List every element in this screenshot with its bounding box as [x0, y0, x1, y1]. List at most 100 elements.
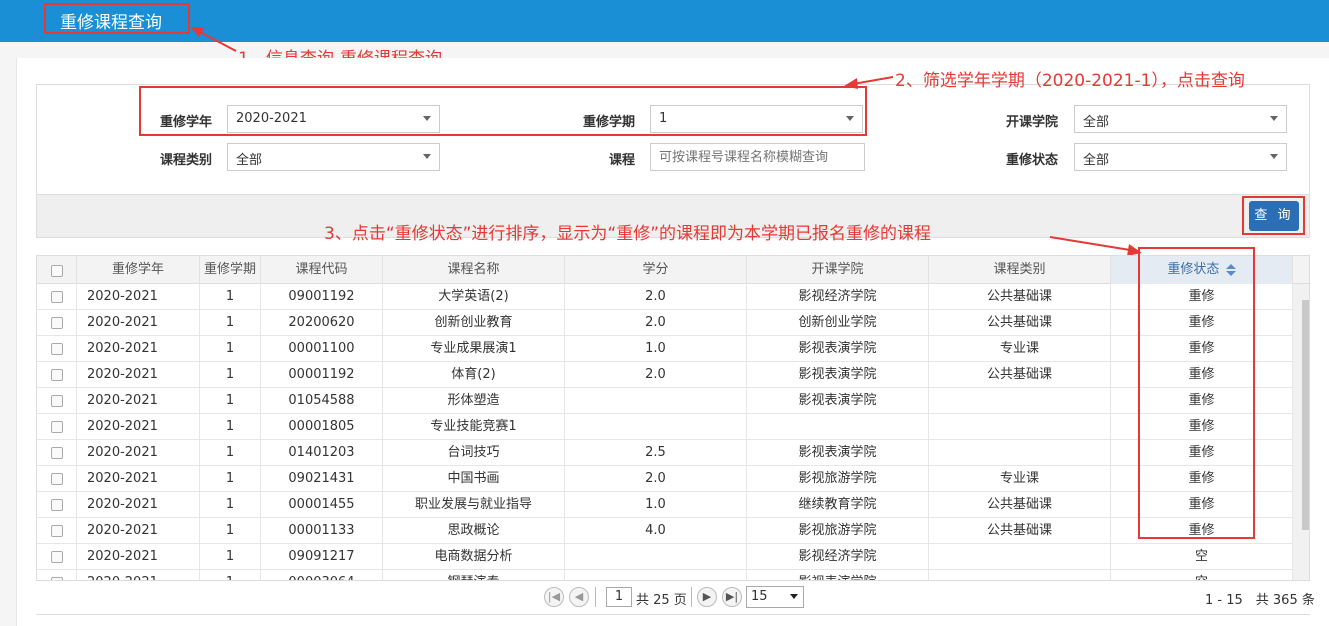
cell-college: 影视旅游学院 [747, 518, 929, 544]
cell-credit: 4.0 [565, 518, 747, 544]
first-page-button[interactable]: |◀ [544, 587, 564, 607]
cell-college: 继续教育学院 [747, 492, 929, 518]
annotation-box-status-column [1138, 247, 1255, 539]
annotation-box-title [44, 3, 190, 34]
next-page-button[interactable]: ▶ [697, 587, 717, 607]
cell-college: 影视表演学院 [747, 388, 929, 414]
chevron-down-icon [423, 154, 431, 159]
annotation-arrow-2 [844, 76, 894, 89]
cell-name: 形体塑造 [383, 388, 565, 414]
table-row[interactable]: 2020-2021 1 00001455 职业发展与就业指导 1.0 继续教育学院 公共基础… [37, 492, 1293, 518]
row-select-cell [37, 492, 77, 518]
cell-name: 大学英语(2) [383, 284, 565, 310]
row-checkbox[interactable] [51, 291, 63, 303]
header-credit[interactable]: 学分 [565, 256, 747, 284]
category-select[interactable]: 全部 [227, 143, 440, 171]
row-select-cell [37, 388, 77, 414]
header-name[interactable]: 课程名称 [383, 256, 565, 284]
record-summary: 1 - 15 共 365 条 [1205, 593, 1315, 608]
cell-name: 创新创业教育 [383, 310, 565, 336]
cell-year: 2020-2021 [77, 544, 200, 570]
header-term[interactable]: 重修学期 [200, 256, 261, 284]
table-row[interactable]: 2020-2021 1 09091217 电商数据分析 影视经济学院 空 [37, 544, 1293, 570]
cell-college: 影视旅游学院 [747, 466, 929, 492]
table-scrollbar[interactable] [1293, 284, 1309, 588]
row-checkbox[interactable] [51, 343, 63, 355]
cell-code: 00001133 [261, 518, 383, 544]
scrollbar-thumb[interactable] [1302, 300, 1309, 530]
cell-college: 影视表演学院 [747, 336, 929, 362]
annotation-text-2: 2、筛选学年学期（2020-2021-1），点击查询 [895, 71, 1245, 91]
header-year[interactable]: 重修学年 [77, 256, 200, 284]
row-checkbox[interactable] [51, 499, 63, 511]
cell-college: 影视经济学院 [747, 544, 929, 570]
cell-year: 2020-2021 [77, 310, 200, 336]
annotation-text-3: 3、点击“重修状态”进行排序，显示为“重修”的课程即为本学期已报名重修的课程 [324, 224, 932, 244]
category-label: 课程类别 [159, 153, 212, 168]
cell-term: 1 [200, 544, 261, 570]
table-row[interactable]: 2020-2021 1 09001192 大学英语(2) 2.0 影视经济学院 公共基础课重… [37, 284, 1293, 310]
chevron-down-icon [1270, 116, 1278, 121]
last-page-button[interactable]: ▶| [722, 587, 742, 607]
cell-category: 公共基础课 [929, 284, 1111, 310]
pager-divider [691, 587, 692, 607]
cell-name: 中国书画 [383, 466, 565, 492]
row-checkbox[interactable] [51, 395, 63, 407]
cell-code: 09091217 [261, 544, 383, 570]
header-category[interactable]: 课程类别 [929, 256, 1111, 284]
cell-college: 创新创业学院 [747, 310, 929, 336]
select-all-checkbox[interactable] [51, 265, 63, 277]
table-row[interactable]: 2020-2021 1 00001192 体育(2) 2.0 影视表演学院 公共基础课 重修 [37, 362, 1293, 388]
row-select-cell [37, 466, 77, 492]
cell-category [929, 388, 1111, 414]
course-search-input[interactable] [650, 143, 865, 171]
cell-year: 2020-2021 [77, 284, 200, 310]
cell-category [929, 440, 1111, 466]
cell-credit [565, 414, 747, 440]
cell-credit [565, 388, 747, 414]
cell-category: 专业课 [929, 336, 1111, 362]
row-checkbox[interactable] [51, 447, 63, 459]
cell-credit: 1.0 [565, 336, 747, 362]
table-header: 重修学年 重修学期 课程代码 课程名称 学分 开课学院 课程类别 重修状态 [37, 256, 1309, 284]
cell-term: 1 [200, 388, 261, 414]
course-label: 课程 [608, 153, 635, 168]
table-row[interactable]: 2020-2021 1 01054588 形体塑造 影视表演学院 重修 [37, 388, 1293, 414]
college-select-value: 全部 [1083, 115, 1110, 130]
table-row[interactable]: 2020-2021 1 00001805 专业技能竞赛1 重修 [37, 414, 1293, 440]
cell-term: 1 [200, 336, 261, 362]
cell-credit: 2.0 [565, 284, 747, 310]
row-checkbox[interactable] [51, 369, 63, 381]
cell-code: 01054588 [261, 388, 383, 414]
page-number-input[interactable]: 1 [606, 587, 632, 607]
row-checkbox[interactable] [51, 317, 63, 329]
college-select[interactable]: 全部 [1074, 105, 1287, 133]
cell-status: 空 [1111, 544, 1293, 570]
header-college[interactable]: 开课学院 [747, 256, 929, 284]
table-row[interactable]: 2020-2021 1 00001100 专业成果展演1 1.0 影视表演学院 专业课 重修 [37, 336, 1293, 362]
cell-name: 职业发展与就业指导 [383, 492, 565, 518]
cell-code: 09021431 [261, 466, 383, 492]
header-code[interactable]: 课程代码 [261, 256, 383, 284]
cell-category [929, 414, 1111, 440]
cell-college: 影视表演学院 [747, 440, 929, 466]
row-checkbox[interactable] [51, 551, 63, 563]
status-select[interactable]: 全部 [1074, 143, 1287, 171]
row-checkbox[interactable] [51, 421, 63, 433]
cell-term: 1 [200, 284, 261, 310]
table-row[interactable]: 2020-2021 1 20200620 创新创业教育 2.0 创新创业学院 公共基础课 重修 [37, 310, 1293, 336]
total-pages-text: 共 25 页 [636, 593, 687, 608]
cell-category: 专业课 [929, 466, 1111, 492]
cell-term: 1 [200, 466, 261, 492]
page-size-select[interactable]: 15 [746, 586, 804, 608]
pagination-bar: |◀ ◀ 1 共 25 页 ▶ ▶| 15 1 - 15 共 365 条 [36, 580, 1315, 614]
prev-page-button[interactable]: ◀ [569, 587, 589, 607]
table-row[interactable]: 2020-2021 1 00001133 思政概论 4.0 影视旅游学院 公共基础课 重修 [37, 518, 1293, 544]
table-row[interactable]: 2020-2021 1 09021431 中国书画 2.0 影视旅游学院 专业课 重修 [37, 466, 1293, 492]
row-checkbox[interactable] [51, 473, 63, 485]
table-row[interactable]: 2020-2021 1 01401203 台词技巧 2.5 影视表演学院 重修 [37, 440, 1293, 466]
row-select-cell [37, 310, 77, 336]
row-checkbox[interactable] [51, 525, 63, 537]
status-label: 重修状态 [1005, 153, 1058, 168]
cell-credit: 1.0 [565, 492, 747, 518]
